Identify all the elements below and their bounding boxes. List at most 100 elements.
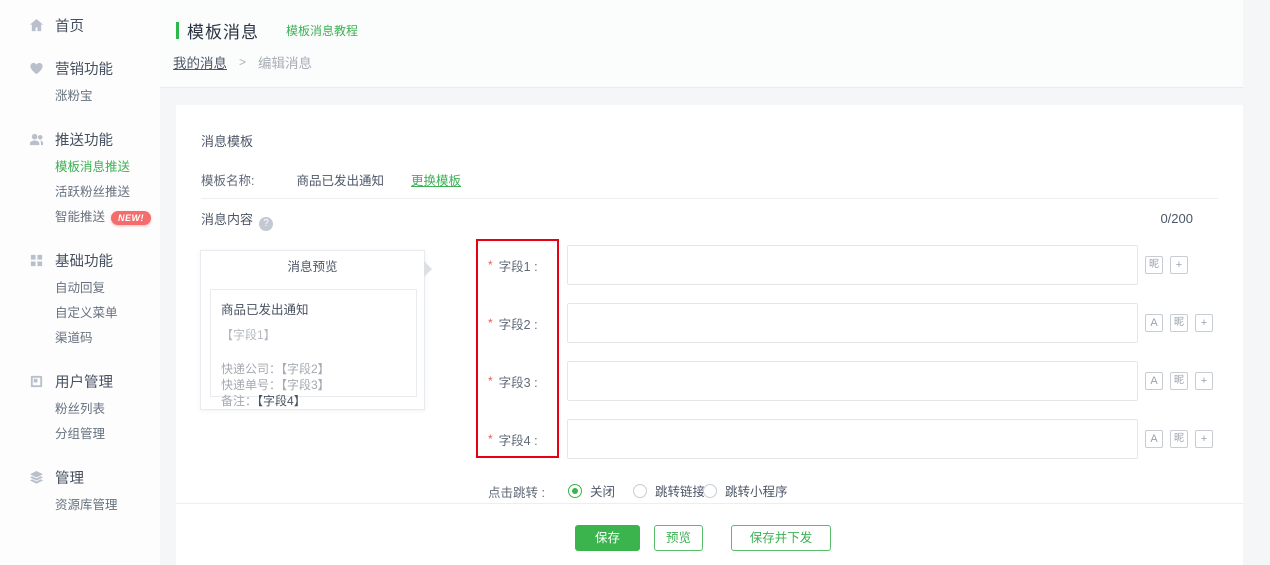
- field-4-input[interactable]: [567, 419, 1138, 459]
- sidebar-item-label: 自动回复: [55, 281, 106, 295]
- field-label-text: 字段2 :: [498, 317, 538, 332]
- field-label-text: 字段4 :: [498, 433, 538, 448]
- radio-jump-miniprogram[interactable]: 跳转小程序: [703, 481, 788, 500]
- field-2-label: * 字段2 :: [488, 303, 538, 343]
- sidebar-item-custom-menu[interactable]: 自定义菜单: [0, 301, 160, 326]
- notebook-icon: [30, 375, 43, 387]
- change-template-link[interactable]: 更换模板: [411, 170, 461, 189]
- sidebar-section-basic-header[interactable]: 基础功能: [0, 247, 160, 273]
- sidebar-item-template-message-push[interactable]: 模板消息推送: [0, 155, 160, 180]
- sidebar-item-active-fans-push[interactable]: 活跃粉丝推送: [0, 180, 160, 205]
- sidebar-item-home[interactable]: 首页: [0, 12, 160, 38]
- layers-icon: [29, 470, 44, 484]
- user-group-icon: [29, 133, 44, 145]
- font-color-button[interactable]: A: [1145, 372, 1163, 390]
- font-color-button[interactable]: A: [1145, 314, 1163, 332]
- home-icon: [29, 18, 44, 31]
- sidebar-section-push: 推送功能 模板消息推送 活跃粉丝推送 智能推送 NEW!: [0, 126, 160, 230]
- sidebar: 首页 营销功能 涨粉宝 推送功能 模板消息推送 活跃粉丝推送 智能推送 NEW!: [0, 0, 160, 565]
- font-color-button[interactable]: A: [1145, 430, 1163, 448]
- editor-card: 消息模板 模板名称: 商品已发出通知 更换模板 消息内容? 0/200 消息预览…: [176, 105, 1243, 565]
- title-accent-bar: [176, 22, 179, 39]
- divider: [176, 503, 1243, 504]
- field-row-2: * 字段2 : A 昵 +: [176, 303, 1243, 343]
- save-button[interactable]: 保存: [575, 525, 640, 551]
- radio-label: 跳转小程序: [725, 485, 788, 499]
- sidebar-item-zhangfenbao[interactable]: 涨粉宝: [0, 84, 160, 109]
- insert-field-button[interactable]: +: [1195, 372, 1213, 390]
- sidebar-section-label: 用户管理: [55, 374, 113, 391]
- required-marker: *: [488, 258, 493, 272]
- sidebar-item-label: 渠道码: [55, 331, 93, 345]
- radio-label: 跳转链接: [655, 485, 706, 499]
- insert-nickname-button[interactable]: 昵: [1145, 256, 1163, 274]
- sidebar-item-channel-code[interactable]: 渠道码: [0, 326, 160, 351]
- breadcrumb-my-messages[interactable]: 我的消息: [173, 52, 227, 72]
- insert-field-button[interactable]: +: [1195, 430, 1213, 448]
- field-3-tools: A 昵 +: [1145, 361, 1213, 401]
- click-jump-label: 点击跳转 :: [488, 486, 545, 500]
- sidebar-item-label: 智能推送: [55, 210, 106, 224]
- insert-field-button[interactable]: +: [1195, 314, 1213, 332]
- breadcrumb: 我的消息 > 编辑消息: [173, 52, 312, 72]
- sidebar-section-marketing-header[interactable]: 营销功能: [0, 55, 160, 81]
- sidebar-item-auto-reply[interactable]: 自动回复: [0, 276, 160, 301]
- sidebar-item-label: 资源库管理: [55, 498, 118, 512]
- sidebar-item-smart-push[interactable]: 智能推送 NEW!: [0, 205, 160, 230]
- sidebar-section-label: 推送功能: [55, 132, 113, 149]
- page: 首页 营销功能 涨粉宝 推送功能 模板消息推送 活跃粉丝推送 智能推送 NEW!: [0, 0, 1270, 565]
- sidebar-item-fans-list[interactable]: 粉丝列表: [0, 397, 160, 422]
- radio-jump-link[interactable]: 跳转链接: [633, 481, 705, 500]
- field-1-tools: 昵 +: [1145, 245, 1188, 285]
- tutorial-link[interactable]: 模板消息教程: [286, 22, 358, 39]
- breadcrumb-separator: >: [239, 55, 247, 69]
- breadcrumb-current: 编辑消息: [258, 56, 313, 71]
- divider: [201, 198, 1218, 199]
- insert-field-button[interactable]: +: [1170, 256, 1188, 274]
- page-title: 模板消息: [187, 23, 259, 42]
- radio-icon: [703, 483, 717, 498]
- sidebar-item-label: 分组管理: [55, 427, 106, 441]
- message-content-row: 消息内容? 0/200: [201, 209, 1218, 231]
- grid-icon: [30, 254, 43, 266]
- sidebar-section-user-mgmt-header[interactable]: 用户管理: [0, 368, 160, 394]
- template-section-title: 消息模板: [201, 134, 254, 149]
- sidebar-section-label: 管理: [55, 470, 84, 487]
- sidebar-item-resource-lib[interactable]: 资源库管理: [0, 493, 160, 518]
- sidebar-section-basic: 基础功能 自动回复 自定义菜单 渠道码: [0, 247, 160, 351]
- template-name-label: 模板名称:: [201, 174, 255, 188]
- page-header: 模板消息 模板消息教程 我的消息 > 编辑消息: [160, 0, 1243, 88]
- radio-close[interactable]: 关闭: [568, 481, 615, 500]
- field-2-input[interactable]: [567, 303, 1138, 343]
- sidebar-home-label: 首页: [55, 18, 84, 35]
- click-jump-row: 点击跳转 : 关闭 跳转链接 跳转小程序: [176, 480, 1243, 500]
- radio-label: 关闭: [590, 485, 616, 499]
- sidebar-section-user-mgmt: 用户管理 粉丝列表 分组管理: [0, 368, 160, 447]
- insert-nickname-button[interactable]: 昵: [1170, 430, 1188, 448]
- template-name-row: 模板名称: 商品已发出通知 更换模板: [201, 170, 461, 189]
- field-row-3: * 字段3 : A 昵 +: [176, 361, 1243, 401]
- sidebar-section-label: 营销功能: [55, 61, 113, 78]
- sidebar-section-admin: 管理 资源库管理: [0, 464, 160, 518]
- heart-icon: [30, 62, 43, 74]
- field-1-input[interactable]: [567, 245, 1138, 285]
- sidebar-section-push-header[interactable]: 推送功能: [0, 126, 160, 152]
- insert-nickname-button[interactable]: 昵: [1170, 372, 1188, 390]
- sidebar-item-group-mgmt[interactable]: 分组管理: [0, 422, 160, 447]
- field-row-1: * 字段1 : 昵 +: [176, 245, 1243, 285]
- field-3-input[interactable]: [567, 361, 1138, 401]
- sidebar-item-label: 活跃粉丝推送: [55, 185, 131, 199]
- field-row-4: * 字段4 : A 昵 +: [176, 419, 1243, 459]
- field-label-text: 字段1 :: [498, 259, 538, 274]
- insert-nickname-button[interactable]: 昵: [1170, 314, 1188, 332]
- required-marker: *: [488, 432, 493, 446]
- preview-button[interactable]: 预览: [654, 525, 703, 551]
- field-2-tools: A 昵 +: [1145, 303, 1213, 343]
- sidebar-item-label: 粉丝列表: [55, 402, 106, 416]
- save-and-send-button[interactable]: 保存并下发: [731, 525, 831, 551]
- template-name-value: 商品已发出通知: [296, 174, 384, 188]
- help-icon[interactable]: ?: [259, 217, 274, 231]
- sidebar-section-admin-header[interactable]: 管理: [0, 464, 160, 490]
- sidebar-item-label: 涨粉宝: [55, 89, 93, 103]
- field-1-label: * 字段1 :: [488, 245, 538, 285]
